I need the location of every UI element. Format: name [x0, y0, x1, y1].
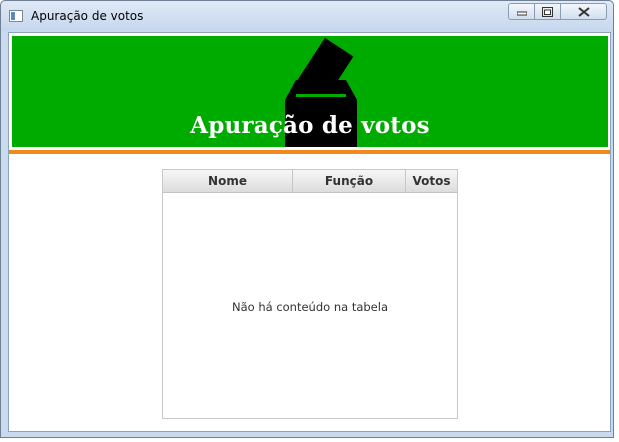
window-content: Apuração de votos Nome Função Votos Não … [8, 32, 611, 432]
table-placeholder: Não há conteúdo na tabela [231, 300, 388, 314]
title-bar[interactable]: Apuração de votos [1, 1, 613, 31]
votes-table[interactable]: Nome Função Votos Não há conteúdo na tab… [162, 169, 458, 419]
minimize-icon [516, 11, 527, 15]
column-header-votos[interactable]: Votos [406, 170, 457, 192]
minimize-button[interactable] [508, 3, 535, 20]
window-controls [508, 3, 607, 21]
close-button[interactable] [561, 3, 607, 20]
maximize-icon [542, 6, 553, 17]
column-header-nome[interactable]: Nome [163, 170, 293, 192]
close-icon [577, 6, 590, 17]
window-title: Apuração de votos [31, 9, 144, 23]
maximize-button[interactable] [535, 3, 561, 20]
header-banner: Apuração de votos [12, 36, 608, 147]
column-header-funcao[interactable]: Função [293, 170, 406, 192]
app-window-icon[interactable] [9, 10, 23, 22]
app-window: Apuração de votos Apuração de votos Nome… [0, 0, 614, 438]
banner-title: Apuração de votos [190, 112, 430, 139]
desktop-background [0, 438, 619, 442]
table-header: Nome Função Votos [163, 170, 457, 193]
accent-divider [9, 150, 610, 154]
